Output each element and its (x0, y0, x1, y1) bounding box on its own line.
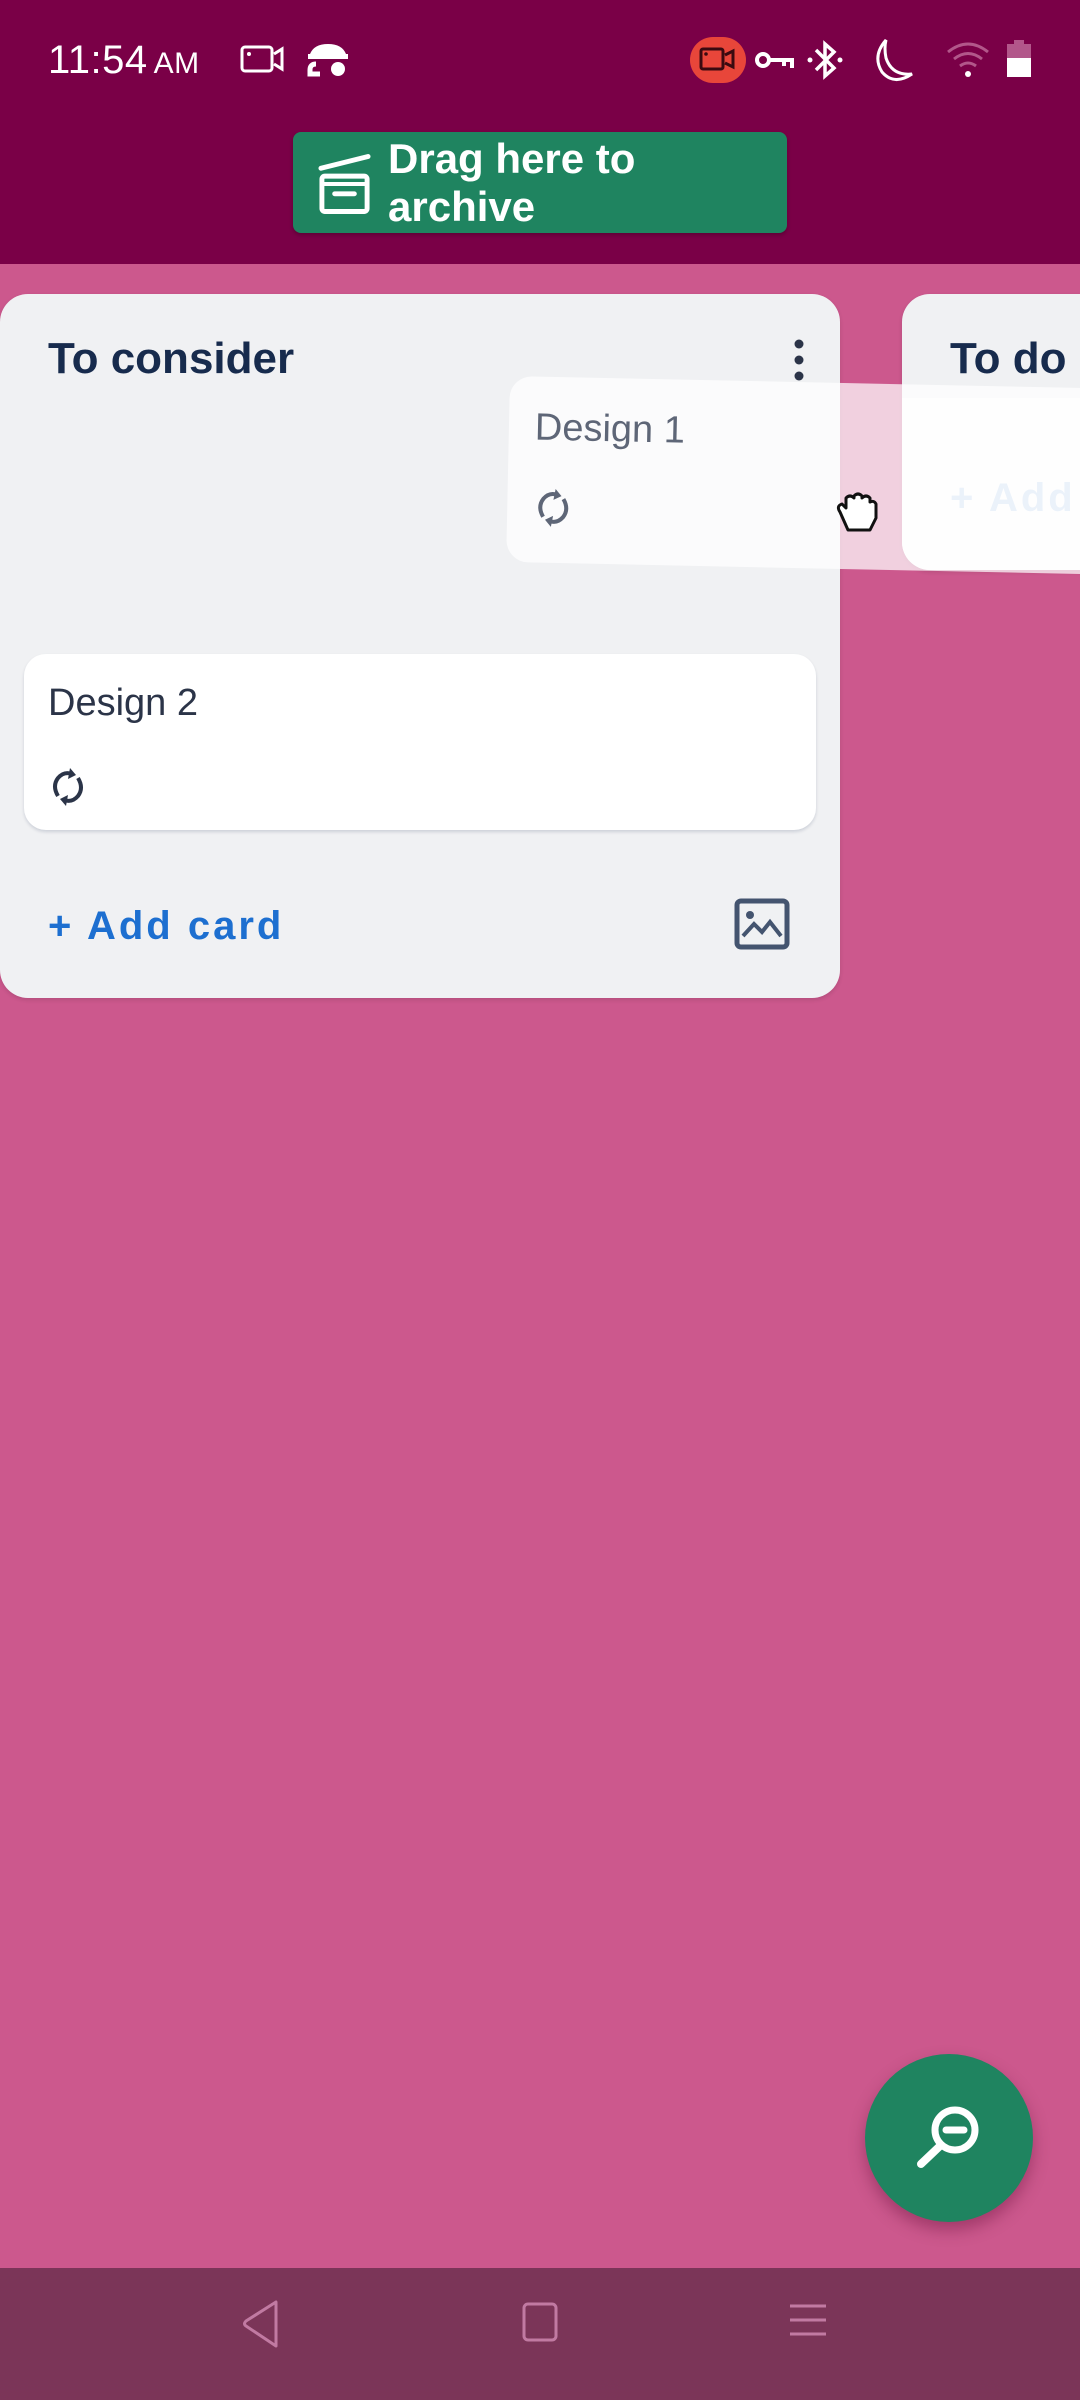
home-icon[interactable] (520, 2298, 560, 2350)
dragging-card-design-1[interactable]: Design 1 (506, 376, 1080, 575)
card-title: Design 2 (48, 682, 198, 724)
screen-record-active-icon (690, 37, 746, 83)
incognito-icon (307, 44, 348, 77)
back-icon[interactable] (240, 2298, 280, 2350)
more-vertical-icon[interactable] (784, 336, 814, 384)
archive-box-icon (318, 153, 371, 214)
menu-icon[interactable] (788, 2298, 828, 2350)
zoom-out-icon (917, 2106, 979, 2168)
card-title: Design 1 (534, 406, 686, 452)
screen-record-icon (240, 45, 284, 73)
archive-label: Drag here to archive (388, 134, 636, 230)
list-title: To do (950, 334, 1067, 383)
do-not-disturb-moon-icon (876, 39, 913, 81)
status-time: 11:54 AM (48, 38, 200, 83)
vpn-key-icon (755, 52, 794, 68)
zoom-out-button[interactable] (865, 2054, 1033, 2222)
archive-drop-zone[interactable]: Drag here to archive (293, 132, 787, 233)
image-icon[interactable] (734, 898, 790, 950)
time-text: 11:54 (48, 38, 148, 82)
sync-icon (538, 488, 569, 527)
card-design-2[interactable]: Design 2 (24, 654, 816, 830)
bluetooth-icon (807, 40, 843, 80)
ampm-text: AM (153, 47, 200, 80)
sync-icon (53, 768, 83, 806)
list-title: To consider (48, 334, 295, 383)
add-card-button[interactable]: + Add card (48, 904, 284, 949)
system-nav-bar (0, 2268, 1080, 2400)
grab-hand-icon (836, 492, 878, 532)
battery-icon (1007, 40, 1031, 77)
top-bar: 11:54 AM Drag here to archive (0, 0, 1080, 264)
wifi-icon (947, 42, 989, 77)
